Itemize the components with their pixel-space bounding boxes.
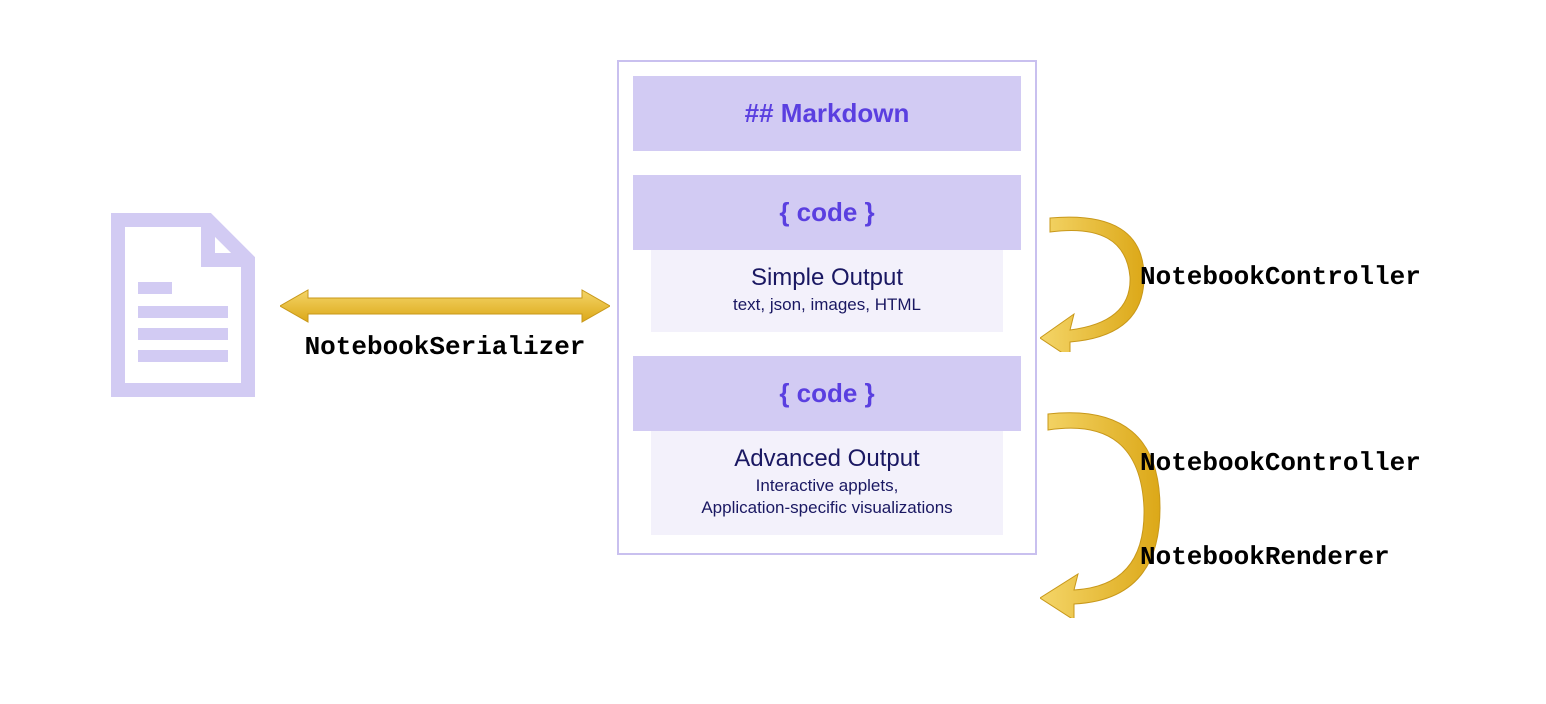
markdown-cell: ## Markdown — [633, 76, 1021, 151]
simple-output-block: Simple Output text, json, images, HTML — [651, 250, 1003, 332]
serializer-label: NotebookSerializer — [280, 332, 610, 362]
advanced-output-subtitle-1: Interactive applets, — [661, 475, 993, 497]
serializer-arrow — [280, 288, 610, 324]
simple-output-subtitle: text, json, images, HTML — [661, 294, 993, 316]
code-cell-2: { code } — [633, 356, 1021, 431]
file-icon — [108, 210, 258, 400]
code-cell-2-text: { code } — [779, 378, 874, 408]
code-cell-1: { code } — [633, 175, 1021, 250]
code-cell-1-text: { code } — [779, 197, 874, 227]
advanced-output-block: Advanced Output Interactive applets, App… — [651, 431, 1003, 535]
code-group-advanced: { code } Advanced Output Interactive app… — [633, 356, 1021, 535]
controller-label-1: NotebookController — [1140, 262, 1421, 292]
simple-output-title: Simple Output — [661, 264, 993, 292]
controller-renderer-arrow — [1040, 408, 1160, 618]
notebook-container: ## Markdown { code } Simple Output text,… — [617, 60, 1037, 555]
advanced-output-title: Advanced Output — [661, 445, 993, 473]
code-group-simple: { code } Simple Output text, json, image… — [633, 175, 1021, 332]
markdown-cell-text: ## Markdown — [745, 98, 910, 128]
advanced-output-subtitle-2: Application-specific visualizations — [661, 497, 993, 519]
diagram-canvas: NotebookSerializer ## Markdown { code } … — [0, 0, 1546, 704]
renderer-label: NotebookRenderer — [1140, 542, 1390, 572]
controller-label-2: NotebookController — [1140, 448, 1421, 478]
